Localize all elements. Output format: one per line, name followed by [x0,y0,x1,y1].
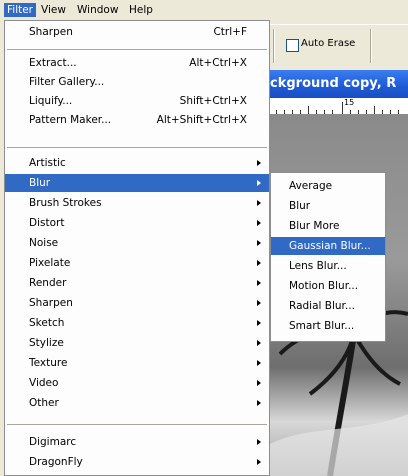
submenu-item-blur-more[interactable]: Blur More [271,217,385,235]
menu-item-sharpen[interactable]: Sharpen [5,294,269,312]
submenu-item-lens-blur[interactable]: Lens Blur... [271,257,385,275]
menu-item-stylize[interactable]: Stylize [5,334,269,352]
menu-bar: Filter View Window Help [0,0,408,20]
submenu-arrow-icon [257,160,261,166]
menu-item-label: Extract... [29,57,77,69]
menu-item-label: Sketch [29,317,65,329]
filter-menu: Sharpen Ctrl+F Extract... Alt+Ctrl+X Fil… [4,20,270,476]
menu-separator [7,147,267,148]
submenu-arrow-icon [257,200,261,206]
menu-item-label: Sharpen [29,297,73,309]
submenu-item-blur[interactable]: Blur [271,197,385,215]
horizontal-ruler: 15 [270,98,408,115]
menu-item-dragonfly[interactable]: DragonFly [5,453,269,471]
menu-item-distort[interactable]: Distort [5,214,269,232]
menu-item-shortcut: Alt+Shift+Ctrl+X [156,114,247,126]
menu-item-other[interactable]: Other [5,394,269,412]
submenu-arrow-icon [257,240,261,246]
menu-item-label: Pixelate [29,257,71,269]
menu-item-label: Lens Blur... [289,260,347,272]
document-title: ckground copy, R [270,76,397,91]
blur-submenu: Average Blur Blur More Gaussian Blur... … [270,172,386,342]
menu-item-blur[interactable]: Blur [5,174,269,192]
menu-item-label: Gaussian Blur... [289,240,371,252]
submenu-arrow-icon [257,380,261,386]
menu-item-label: Pattern Maker... [29,114,112,126]
menu-item-label: Video [29,377,59,389]
menu-item-label: Noise [29,237,59,249]
submenu-arrow-icon [257,340,261,346]
menu-item-texture[interactable]: Texture [5,354,269,372]
menu-item-extract[interactable]: Extract... Alt+Ctrl+X [5,54,269,72]
submenu-arrow-icon [257,459,261,465]
submenu-arrow-icon [257,400,261,406]
menu-window[interactable]: Window [74,3,121,17]
menu-item-last-filter-sharpen[interactable]: Sharpen Ctrl+F [5,23,269,41]
submenu-item-smart-blur[interactable]: Smart Blur... [271,317,385,335]
menu-item-label: Liquify... [29,95,73,107]
menu-item-liquify[interactable]: Liquify... Shift+Ctrl+X [5,92,269,110]
submenu-item-average[interactable]: Average [271,177,385,195]
menu-item-label: Blur [289,200,311,212]
menu-item-pixelate[interactable]: Pixelate [5,254,269,272]
document-title-bar[interactable]: ckground copy, R [270,70,408,98]
menu-item-noise[interactable]: Noise [5,234,269,252]
menu-view[interactable]: View [38,3,69,17]
menu-item-pattern-maker[interactable]: Pattern Maker... Alt+Shift+Ctrl+X [5,111,269,129]
auto-erase-checkbox[interactable] [286,39,299,52]
menu-separator [7,49,267,50]
menu-item-shortcut: Ctrl+F [213,26,247,38]
toolbar-divider [273,29,275,63]
menu-filter[interactable]: Filter [4,3,37,17]
submenu-arrow-icon [257,300,261,306]
menu-item-label: DragonFly [29,456,83,468]
menu-item-label: Blur More [289,220,340,232]
menu-item-sketch[interactable]: Sketch [5,314,269,332]
menu-item-shortcut: Shift+Ctrl+X [179,95,247,107]
menu-item-label: Artistic [29,157,66,169]
menu-item-label: Radial Blur... [289,300,355,312]
submenu-arrow-icon [257,260,261,266]
menu-item-label: Average [289,180,333,192]
submenu-arrow-icon [257,220,261,226]
auto-erase-label: Auto Erase [301,38,356,49]
menu-item-label: Stylize [29,337,64,349]
menu-item-label: Blur [29,177,51,189]
menu-item-label: Motion Blur... [289,280,359,292]
menu-item-artistic[interactable]: Artistic [5,154,269,172]
submenu-arrow-icon [257,439,261,445]
submenu-arrow-icon [257,180,261,186]
submenu-arrow-icon [257,320,261,326]
submenu-item-radial-blur[interactable]: Radial Blur... [271,297,385,315]
ruler-number: 15 [344,98,355,107]
menu-item-shortcut: Alt+Ctrl+X [189,57,247,69]
menu-item-label: Brush Strokes [29,197,102,209]
submenu-arrow-icon [257,360,261,366]
menu-item-label: Texture [29,357,68,369]
menu-item-label: Distort [29,217,65,229]
toolbar-divider [370,29,372,63]
menu-item-digimarc[interactable]: Digimarc [5,433,269,451]
menu-item-video[interactable]: Video [5,374,269,392]
submenu-arrow-icon [257,280,261,286]
options-toolbar: Auto Erase [270,24,408,69]
menu-help[interactable]: Help [126,3,156,17]
menu-item-label: Filter Gallery... [29,76,105,88]
menu-item-filter-gallery[interactable]: Filter Gallery... [5,73,269,91]
submenu-item-gaussian-blur[interactable]: Gaussian Blur... [271,237,385,255]
menu-item-brush-strokes[interactable]: Brush Strokes [5,194,269,212]
menu-item-label: Render [29,277,67,289]
menu-item-label: Digimarc [29,436,77,448]
menu-item-label: Smart Blur... [289,320,355,332]
submenu-item-motion-blur[interactable]: Motion Blur... [271,277,385,295]
menu-item-label: Sharpen [29,26,73,38]
menu-item-label: Other [29,397,59,409]
menu-separator [7,424,267,425]
menu-item-render[interactable]: Render [5,274,269,292]
